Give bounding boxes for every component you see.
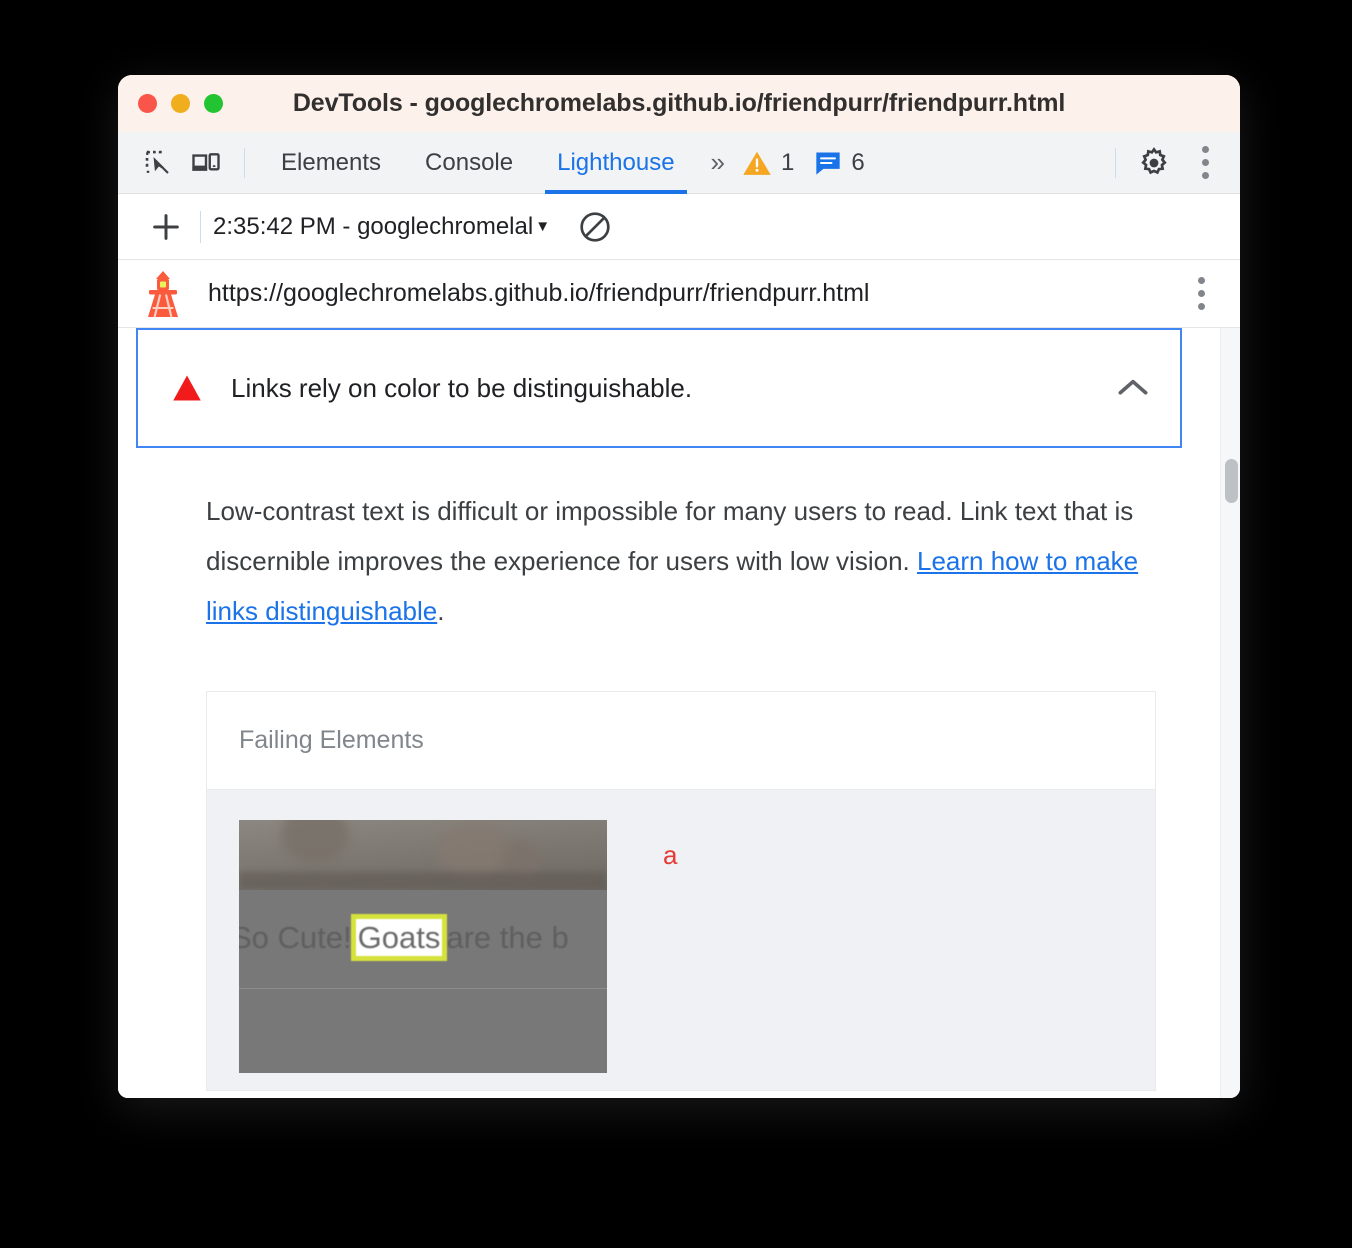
audit-description-text-2: . — [437, 596, 445, 626]
more-tabs-chevron-icon[interactable]: » — [697, 147, 732, 178]
devtools-window: DevTools - googlechromelabs.github.io/fr… — [118, 75, 1240, 1098]
table-body: So Cute! Goats are the b a — [207, 790, 1155, 1090]
device-toolbar-icon[interactable] — [182, 140, 230, 186]
maximize-window-button[interactable] — [204, 94, 223, 113]
message-bubble-icon — [816, 152, 841, 175]
messages-counter[interactable]: 6 — [804, 149, 874, 177]
table-row: So Cute! Goats are the b a — [239, 820, 1155, 1073]
report-url: https://googlechromelabs.github.io/frien… — [208, 279, 870, 307]
close-window-button[interactable] — [138, 94, 157, 113]
messages-count: 6 — [851, 148, 865, 176]
report-options-kebab-icon[interactable] — [1180, 269, 1222, 319]
thumbnail-photo-blob-2 — [437, 824, 513, 878]
thumbnail-photo-band — [239, 872, 607, 890]
lighthouse-url-bar: https://googlechromelabs.github.io/frien… — [118, 260, 1240, 328]
audit-header[interactable]: Links rely on color to be distinguishabl… — [136, 328, 1182, 448]
clear-all-icon[interactable] — [568, 200, 622, 254]
warnings-count: 1 — [781, 148, 795, 176]
devtools-tab-bar: Elements Console Lighthouse » 1 6 — [118, 132, 1240, 194]
thumbnail-page-body — [239, 890, 607, 1073]
window-traffic-lights — [138, 94, 223, 113]
inspect-element-icon[interactable] — [134, 140, 182, 186]
tab-console[interactable]: Console — [403, 132, 535, 194]
failing-element-snippet: a — [663, 840, 678, 870]
report-vertical-scrollbar[interactable] — [1220, 328, 1240, 1098]
tab-lighthouse[interactable]: Lighthouse — [535, 132, 696, 194]
window-title-bar: DevTools - googlechromelabs.github.io/fr… — [118, 75, 1240, 132]
thumbnail-headline: So Cute! Goats are the b — [239, 914, 569, 961]
lighthouse-run-bar: 2:35:42 PM - googlechromelal ▼ — [118, 194, 1240, 260]
tab-elements[interactable]: Elements — [259, 132, 403, 194]
chevron-down-icon: ▼ — [535, 218, 551, 235]
thumbnail-headline-before: So Cute! — [239, 920, 352, 955]
report-selector-dropdown[interactable]: 2:35:42 PM - googlechromelal ▼ — [213, 213, 550, 241]
screenshot-stage: DevTools - googlechromelabs.github.io/fr… — [0, 0, 1352, 1248]
red-triangle-fail-icon — [173, 375, 201, 401]
tabbar-divider-2 — [1115, 147, 1116, 178]
lighthouse-icon — [140, 270, 186, 318]
column-header-failing-elements: Failing Elements — [239, 726, 424, 754]
runbar-divider — [200, 210, 201, 243]
thumbnail-headline-after: are the b — [446, 920, 569, 955]
thumbnail-divider — [239, 988, 607, 989]
selected-report-label: 2:35:42 PM - googlechromelal — [213, 212, 534, 240]
report-content: Links rely on color to be distinguishabl… — [136, 328, 1182, 1091]
report-scrollbar-thumb[interactable] — [1225, 459, 1238, 503]
warnings-counter[interactable]: 1 — [732, 149, 804, 177]
plus-icon[interactable] — [138, 199, 194, 255]
failing-element-thumbnail[interactable]: So Cute! Goats are the b — [239, 820, 607, 1073]
failing-elements-table: Failing Elements So Cute! Goats are the … — [206, 691, 1156, 1091]
main-menu-kebab-icon[interactable] — [1184, 138, 1226, 188]
audit-description: Low-contrast text is difficult or imposs… — [206, 486, 1166, 636]
minimize-window-button[interactable] — [171, 94, 190, 113]
lighthouse-report-body: Links rely on color to be distinguishabl… — [118, 328, 1240, 1098]
audit-title: Links rely on color to be distinguishabl… — [231, 372, 693, 403]
chevron-up-icon[interactable] — [1114, 375, 1152, 401]
window-title: DevTools - googlechromelabs.github.io/fr… — [292, 89, 1066, 117]
tabbar-divider-1 — [244, 147, 245, 178]
warning-triangle-icon — [743, 151, 771, 175]
gear-icon[interactable] — [1130, 140, 1178, 186]
thumbnail-highlighted-link: Goats — [350, 914, 448, 961]
table-header-row: Failing Elements — [207, 692, 1155, 790]
